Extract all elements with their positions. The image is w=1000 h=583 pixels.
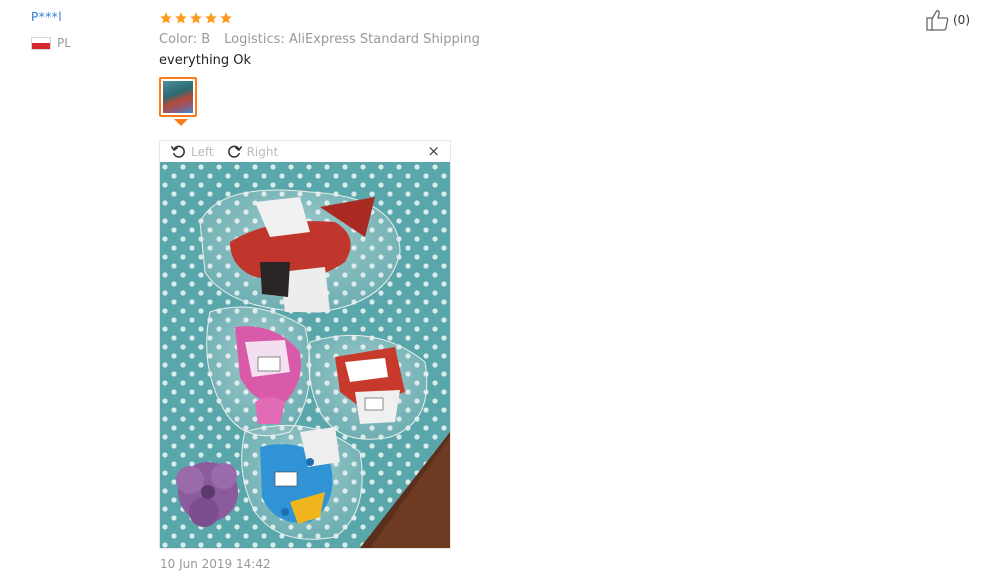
poland-flag-icon xyxy=(31,36,51,50)
thumbs-up-icon xyxy=(926,10,949,31)
review-date: 10 Jun 2019 14:42 xyxy=(160,557,271,571)
order-info: Color: B Logistics: AliExpress Standard … xyxy=(159,32,480,47)
country-code: PL xyxy=(57,36,71,50)
logistics-info: Logistics: AliExpress Standard Shipping xyxy=(224,32,480,47)
image-viewer: Left Right × xyxy=(159,140,451,549)
review-content: Color: B Logistics: AliExpress Standard … xyxy=(159,9,480,126)
helpful-button[interactable]: (0) xyxy=(926,9,970,31)
reviewer-country: PL xyxy=(31,36,71,50)
reviewer-name[interactable]: P***l xyxy=(31,10,71,24)
viewer-toolbar: Left Right × xyxy=(160,141,450,162)
rotate-left-label: Left xyxy=(191,144,214,159)
star-rating xyxy=(159,9,480,27)
review-photo xyxy=(160,162,450,548)
selected-thumbnail-indicator xyxy=(174,119,188,126)
rotate-right-label: Right xyxy=(246,144,279,159)
helpful-count: (0) xyxy=(953,13,970,27)
star-icon xyxy=(190,12,202,24)
star-icon xyxy=(205,12,217,24)
color-variant: Color: B xyxy=(159,32,211,47)
review-thumbnails xyxy=(159,77,480,126)
rotate-right-icon xyxy=(227,145,242,158)
rotate-left-icon xyxy=(170,145,185,158)
close-viewer-button[interactable]: × xyxy=(427,143,440,160)
reviewer-info: P***l PL xyxy=(31,10,71,50)
rotate-right-button[interactable]: Right xyxy=(226,143,279,160)
review-text: everything Ok xyxy=(159,53,252,68)
review-thumbnail[interactable] xyxy=(159,77,197,117)
star-icon xyxy=(220,12,232,24)
star-icon xyxy=(175,12,187,24)
feedback-item: P***l PL Color: B Logistics: AliExpress … xyxy=(0,0,1000,583)
star-icon xyxy=(160,12,172,24)
thumbnail-image xyxy=(163,81,193,113)
rotate-left-button[interactable]: Left xyxy=(170,143,214,160)
